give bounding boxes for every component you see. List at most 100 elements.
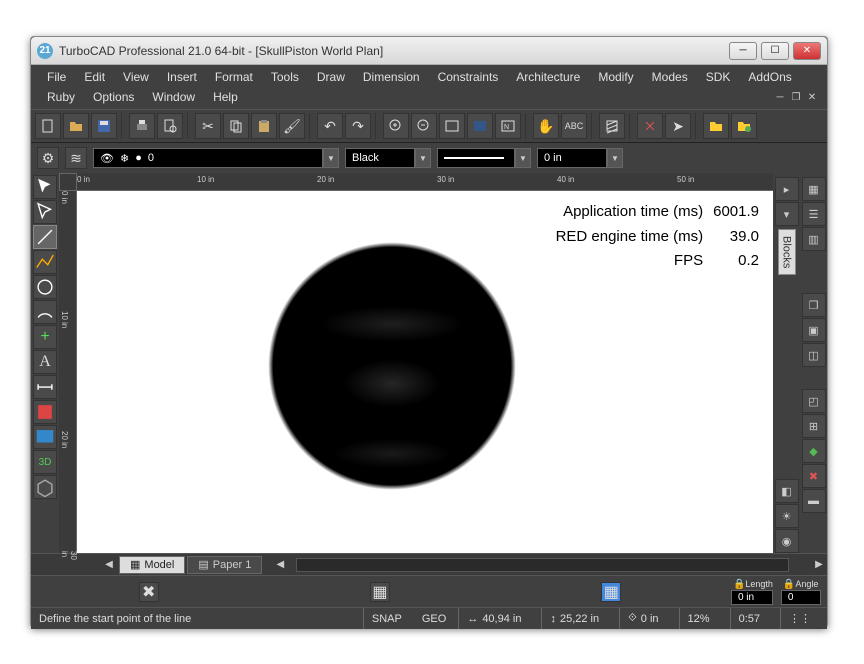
zoom-in-button[interactable] bbox=[383, 113, 409, 139]
menu-options[interactable]: Options bbox=[85, 88, 142, 106]
menu-ruby[interactable]: Ruby bbox=[39, 88, 83, 106]
menu-addons[interactable]: AddOns bbox=[740, 68, 799, 86]
layer-icon[interactable]: ≋ bbox=[65, 147, 87, 169]
materials-icon[interactable]: ◧ bbox=[775, 479, 799, 503]
paste-button[interactable] bbox=[251, 113, 277, 139]
length-field[interactable]: 🔒Length 0 in bbox=[731, 579, 773, 605]
snap-toggle-icon[interactable]: ✖ bbox=[139, 582, 159, 602]
render-icon[interactable]: ◉ bbox=[775, 529, 799, 553]
constraints-button[interactable] bbox=[637, 113, 663, 139]
circle-tool[interactable] bbox=[33, 275, 57, 299]
zoom-out-button[interactable] bbox=[411, 113, 437, 139]
wall-icon[interactable]: ▬ bbox=[802, 489, 826, 513]
explorer-icon[interactable]: ▥ bbox=[802, 227, 826, 251]
panel-collapse-icon[interactable]: ▾ bbox=[775, 202, 799, 226]
menu-constraints[interactable]: Constraints bbox=[430, 68, 507, 86]
color-dropdown-arrow[interactable]: ▼ bbox=[415, 148, 431, 168]
polyline-tool[interactable] bbox=[33, 250, 57, 274]
tab-scroll-right-icon[interactable]: ▶ bbox=[811, 557, 827, 573]
dimension-tool[interactable] bbox=[33, 375, 57, 399]
minimize-button[interactable]: ─ bbox=[729, 42, 757, 60]
select-tool[interactable] bbox=[33, 175, 57, 199]
menu-modes[interactable]: Modes bbox=[644, 68, 696, 86]
open-file-button[interactable] bbox=[63, 113, 89, 139]
edit-tool[interactable] bbox=[33, 200, 57, 224]
point-tool[interactable]: + bbox=[33, 325, 57, 349]
copy-panel-icon[interactable]: ❐ bbox=[802, 293, 826, 317]
clone-panel-icon[interactable]: ▣ bbox=[802, 318, 826, 342]
lineweight-dropdown-arrow[interactable]: ▼ bbox=[515, 148, 531, 168]
copy-button[interactable] bbox=[223, 113, 249, 139]
menu-modify[interactable]: Modify bbox=[590, 68, 641, 86]
block-insert-icon[interactable]: ◰ bbox=[802, 389, 826, 413]
delete-icon[interactable]: ✖ bbox=[802, 464, 826, 488]
format-painter-button[interactable]: 🖌 bbox=[279, 113, 305, 139]
folder-green-button[interactable] bbox=[731, 113, 757, 139]
menu-help[interactable]: Help bbox=[205, 88, 246, 106]
print-preview-button[interactable] bbox=[157, 113, 183, 139]
menu-tools[interactable]: Tools bbox=[263, 68, 307, 86]
properties-panel-icon[interactable]: ▦ bbox=[802, 177, 826, 201]
layer-dropdown-arrow[interactable]: ▼ bbox=[323, 148, 339, 168]
geo-indicator[interactable]: GEO bbox=[422, 613, 446, 625]
viewport-tool[interactable] bbox=[33, 425, 57, 449]
grid-toggle-icon[interactable]: ▦ bbox=[370, 582, 390, 602]
menu-dimension[interactable]: Dimension bbox=[355, 68, 428, 86]
text-style-button[interactable]: ABC bbox=[561, 113, 587, 139]
menu-insert[interactable]: Insert bbox=[159, 68, 205, 86]
pan-button[interactable]: ✋ bbox=[533, 113, 559, 139]
horizontal-ruler[interactable]: 0 in10 in20 in30 in40 in50 in bbox=[77, 173, 773, 191]
group-icon[interactable]: ⊞ bbox=[802, 414, 826, 438]
arc-tool[interactable] bbox=[33, 300, 57, 324]
tab-prev-icon[interactable]: ◀ bbox=[101, 557, 117, 573]
menu-sdk[interactable]: SDK bbox=[698, 68, 739, 86]
ruler-corner[interactable] bbox=[59, 173, 77, 191]
tab-scroll-left-icon[interactable]: ◀ bbox=[272, 557, 288, 573]
named-view-button[interactable]: N bbox=[495, 113, 521, 139]
mdi-restore-icon[interactable]: ❐ bbox=[789, 90, 803, 104]
horizontal-scrollbar[interactable] bbox=[296, 558, 789, 572]
text-tool[interactable]: A bbox=[33, 350, 57, 374]
menu-file[interactable]: File bbox=[39, 68, 74, 86]
width-dropdown-arrow[interactable]: ▼ bbox=[607, 148, 623, 168]
redo-button[interactable]: ↷ bbox=[345, 113, 371, 139]
layers-panel-icon[interactable]: ☰ bbox=[802, 202, 826, 226]
angle-field[interactable]: 🔒Angle 0 bbox=[781, 579, 821, 605]
menu-window[interactable]: Window bbox=[144, 88, 203, 106]
settings-gear-icon[interactable]: ⚙ bbox=[37, 147, 59, 169]
panel-toggle-icon[interactable]: ▸ bbox=[775, 177, 799, 201]
lights-icon[interactable]: ☀ bbox=[775, 504, 799, 528]
undo-button[interactable]: ↶ bbox=[317, 113, 343, 139]
ortho-toggle-icon[interactable]: ▦ bbox=[601, 582, 621, 602]
vertical-ruler[interactable]: 0 in10 in20 in30 in bbox=[59, 191, 77, 553]
box-tool[interactable] bbox=[33, 475, 57, 499]
drawing-canvas[interactable]: Application time (ms)6001.9 RED engine t… bbox=[77, 191, 773, 553]
zoom-extents-button[interactable] bbox=[467, 113, 493, 139]
status-grip-icon[interactable]: ⋮⋮ bbox=[780, 608, 819, 629]
color-field[interactable]: Black bbox=[345, 148, 415, 168]
tool-button[interactable]: ➤ bbox=[665, 113, 691, 139]
print-button[interactable] bbox=[129, 113, 155, 139]
xref-icon[interactable]: ◫ bbox=[802, 343, 826, 367]
zoom-window-button[interactable] bbox=[439, 113, 465, 139]
menu-draw[interactable]: Draw bbox=[309, 68, 353, 86]
line-tool[interactable] bbox=[33, 225, 57, 249]
mdi-close-icon[interactable]: ✕ bbox=[805, 90, 819, 104]
blocks-tab[interactable]: Blocks bbox=[778, 229, 796, 275]
titlebar[interactable]: 21 TurboCAD Professional 21.0 64-bit - [… bbox=[31, 37, 827, 65]
width-field[interactable]: 0 in bbox=[537, 148, 607, 168]
maximize-button[interactable]: ☐ bbox=[761, 42, 789, 60]
hatch-button[interactable] bbox=[599, 113, 625, 139]
tab-paper1[interactable]: ▤Paper 1 bbox=[187, 556, 262, 574]
3d-tool[interactable]: 3D bbox=[33, 450, 57, 474]
close-button[interactable]: ✕ bbox=[793, 42, 821, 60]
cut-button[interactable]: ✂ bbox=[195, 113, 221, 139]
mdi-minimize-icon[interactable]: ─ bbox=[773, 90, 787, 104]
layer-field[interactable]: 👁❄● 0 bbox=[93, 148, 323, 168]
library-icon[interactable]: ◆ bbox=[802, 439, 826, 463]
menu-view[interactable]: View bbox=[115, 68, 157, 86]
lineweight-field[interactable] bbox=[437, 148, 515, 168]
menu-edit[interactable]: Edit bbox=[76, 68, 113, 86]
snap-indicator[interactable]: SNAP bbox=[363, 608, 410, 629]
tab-model[interactable]: ▦Model bbox=[119, 556, 185, 574]
